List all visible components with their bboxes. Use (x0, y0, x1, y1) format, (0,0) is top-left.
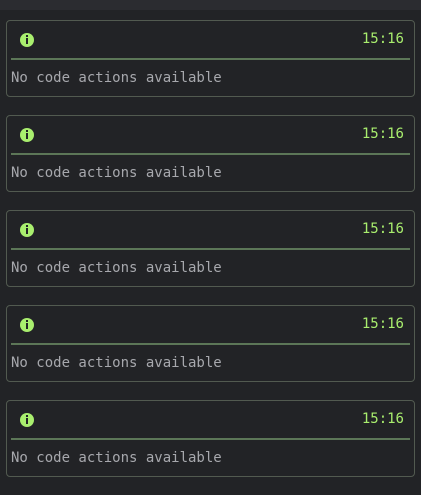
info-icon (20, 318, 34, 332)
notification-message: No code actions available (11, 70, 222, 86)
notification-list: 15:16 No code actions available 15:16 No… (6, 20, 415, 495)
notification-message: No code actions available (11, 165, 222, 181)
notification-header: 15:16 (11, 21, 410, 60)
notification-time: 15:16 (361, 126, 404, 142)
notification-message: No code actions available (11, 260, 222, 276)
notification-time: 15:16 (361, 316, 404, 332)
info-icon (20, 128, 34, 142)
notification-header: 15:16 (11, 401, 410, 440)
notification-message: No code actions available (11, 355, 222, 371)
info-icon (20, 33, 34, 47)
notification-message: No code actions available (11, 450, 222, 466)
top-bar (0, 0, 421, 10)
notification-time: 15:16 (361, 31, 404, 47)
notification-time: 15:16 (361, 411, 404, 427)
notification-header: 15:16 (11, 211, 410, 250)
notification-time: 15:16 (361, 221, 404, 237)
notification-card[interactable]: 15:16 No code actions available (6, 20, 415, 97)
notification-header: 15:16 (11, 306, 410, 345)
info-icon (20, 413, 34, 427)
notification-header: 15:16 (11, 116, 410, 155)
info-icon (20, 223, 34, 237)
notification-card[interactable]: 15:16 No code actions available (6, 115, 415, 192)
notification-card[interactable]: 15:16 No code actions available (6, 210, 415, 287)
notification-card[interactable]: 15:16 No code actions available (6, 305, 415, 382)
notification-card[interactable]: 15:16 No code actions available (6, 400, 415, 477)
